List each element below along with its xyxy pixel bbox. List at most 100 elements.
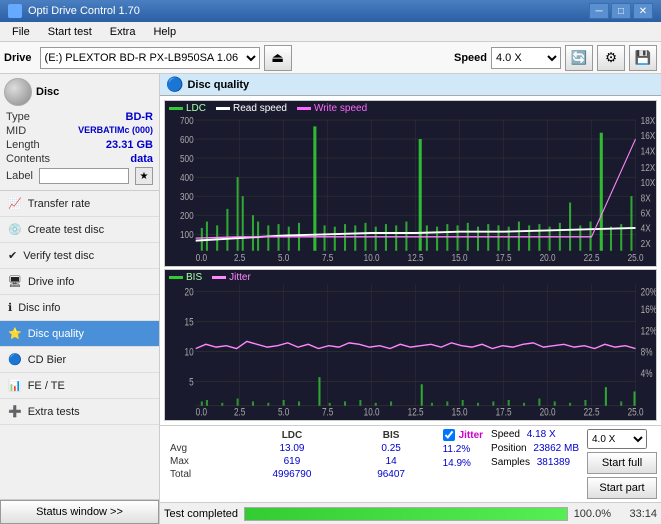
svg-text:400: 400	[180, 172, 194, 183]
avg-row: Avg 13.09 0.25	[164, 442, 435, 455]
disc-quality-icon: ⭐	[8, 327, 22, 340]
jitter-legend-label: Jitter	[229, 272, 251, 283]
ldc-chart: LDC Read speed Write speed	[164, 100, 657, 267]
max-jitter-val: 14.9%	[443, 458, 471, 469]
cd-bier-icon: 🔵	[8, 353, 22, 366]
speed-row: Speed 4.18 X	[491, 429, 579, 440]
content-title: Disc quality	[187, 79, 249, 91]
svg-text:700: 700	[180, 115, 194, 126]
progress-time: 33:14	[617, 508, 657, 520]
max-jitter-row: 14.9%	[443, 458, 483, 469]
sidebar-item-create-test-disc[interactable]: 💿 Create test disc	[0, 217, 159, 243]
disc-contents-value: data	[130, 153, 153, 165]
bis-legend: BIS	[169, 272, 202, 283]
svg-text:8%: 8%	[641, 347, 653, 360]
maximize-button[interactable]: □	[611, 3, 631, 19]
jitter-label: Jitter	[459, 430, 483, 441]
svg-text:15.0: 15.0	[452, 252, 468, 263]
sidebar-item-drive-info[interactable]: 🖥 Drive info	[0, 269, 159, 295]
ldc-legend: LDC	[169, 103, 206, 114]
read-speed-legend-color	[216, 107, 230, 110]
menu-file[interactable]: File	[4, 24, 38, 40]
disc-label-input[interactable]	[39, 168, 129, 184]
disc-label-btn[interactable]: ★	[135, 167, 153, 185]
refresh-button[interactable]: 🔄	[565, 45, 593, 71]
read-speed-legend-label: Read speed	[233, 103, 287, 114]
eject-button[interactable]: ⏏	[264, 45, 292, 71]
app-icon	[8, 4, 22, 18]
bis-legend-color	[169, 276, 183, 279]
start-full-button[interactable]: Start full	[587, 452, 657, 474]
sidebar-item-verify-test-disc[interactable]: ✔ Verify test disc	[0, 243, 159, 269]
disc-mid-row: MID VERBATIMc (000)	[4, 124, 155, 138]
svg-text:4%: 4%	[641, 368, 653, 381]
avg-jitter-val: 11.2%	[443, 444, 471, 455]
svg-text:200: 200	[180, 210, 194, 221]
bis-legend-label: BIS	[186, 272, 202, 283]
svg-text:16X: 16X	[641, 130, 656, 141]
ldc-chart-svg: 700 600 500 400 300 200 100 18X 16X 14X …	[165, 101, 656, 266]
speed-select[interactable]: 4.0 X	[491, 47, 561, 69]
total-bis: 96407	[348, 468, 435, 481]
svg-text:10.0: 10.0	[364, 252, 380, 263]
sidebar-item-cd-bier[interactable]: 🔵 CD Bier	[0, 347, 159, 373]
speed-label: Speed	[454, 52, 487, 64]
svg-text:10: 10	[185, 347, 194, 360]
fe-te-label: FE / TE	[28, 380, 65, 392]
svg-text:7.5: 7.5	[322, 407, 334, 420]
position-header: Position	[491, 443, 527, 454]
ldc-legend-label: LDC	[186, 103, 206, 114]
close-button[interactable]: ✕	[633, 3, 653, 19]
right-buttons: 4.0 X Start full Start part	[587, 429, 657, 499]
start-part-button[interactable]: Start part	[587, 477, 657, 499]
menu-help[interactable]: Help	[145, 24, 184, 40]
disc-contents-row: Contents data	[4, 152, 155, 166]
disc-length-row: Length 23.31 GB	[4, 138, 155, 152]
info-button[interactable]: 💾	[629, 45, 657, 71]
status-window-button[interactable]: Status window >>	[0, 500, 159, 524]
disc-label-row: Label ★	[4, 166, 155, 186]
svg-text:2.5: 2.5	[234, 252, 245, 263]
settings-button[interactable]: ⚙	[597, 45, 625, 71]
menu-extra[interactable]: Extra	[102, 24, 144, 40]
max-label: Max	[164, 455, 236, 468]
svg-text:100: 100	[180, 229, 194, 240]
svg-text:2X: 2X	[641, 238, 651, 249]
svg-text:18X: 18X	[641, 115, 656, 126]
svg-text:17.5: 17.5	[496, 407, 512, 420]
svg-text:5.0: 5.0	[278, 407, 290, 420]
svg-text:5.0: 5.0	[278, 252, 289, 263]
disc-type-row: Type BD-R	[4, 110, 155, 124]
create-test-disc-label: Create test disc	[28, 224, 104, 236]
samples-header: Samples	[491, 457, 530, 468]
nav-items: 📈 Transfer rate 💿 Create test disc ✔ Ver…	[0, 191, 159, 425]
sidebar-item-disc-info[interactable]: ℹ Disc info	[0, 295, 159, 321]
test-speed-select[interactable]: 4.0 X	[587, 429, 647, 449]
max-bis: 14	[348, 455, 435, 468]
menu-start-test[interactable]: Start test	[40, 24, 100, 40]
sidebar-item-fe-te[interactable]: 📊 FE / TE	[0, 373, 159, 399]
jitter-checkbox[interactable]	[443, 429, 455, 441]
svg-text:12.5: 12.5	[408, 252, 424, 263]
drive-info-icon: 🖥	[8, 275, 22, 288]
write-speed-legend-color	[297, 107, 311, 110]
svg-text:12%: 12%	[641, 325, 656, 338]
disc-type-value: BD-R	[126, 111, 154, 123]
drive-select[interactable]: (E:) PLEXTOR BD-R PX-LB950SA 1.06	[40, 47, 260, 69]
svg-text:22.5: 22.5	[584, 407, 600, 420]
disc-length-value: 23.31 GB	[106, 139, 153, 151]
drive-selector-area: (E:) PLEXTOR BD-R PX-LB950SA 1.06 ⏏	[40, 45, 450, 71]
cd-bier-label: CD Bier	[28, 354, 67, 366]
progress-bar-outer	[244, 507, 568, 521]
svg-text:25.0: 25.0	[628, 407, 644, 420]
sidebar-item-extra-tests[interactable]: ➕ Extra tests	[0, 399, 159, 425]
minimize-button[interactable]: ─	[589, 3, 609, 19]
svg-text:4X: 4X	[641, 223, 651, 234]
svg-text:16%: 16%	[641, 304, 656, 317]
speed-value: 4.18 X	[527, 429, 556, 440]
sidebar-item-transfer-rate[interactable]: 📈 Transfer rate	[0, 191, 159, 217]
avg-label: Avg	[164, 442, 236, 455]
svg-text:5: 5	[189, 377, 194, 390]
sidebar-item-disc-quality[interactable]: ⭐ Disc quality	[0, 321, 159, 347]
svg-text:25.0: 25.0	[628, 252, 644, 263]
